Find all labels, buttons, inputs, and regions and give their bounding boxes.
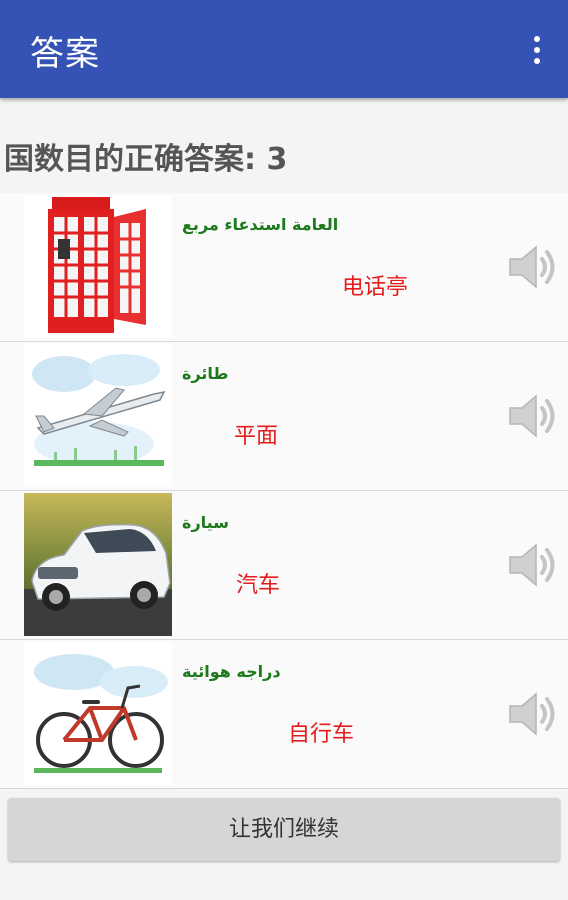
arabic-word: العامة استدعاء مربع — [182, 215, 339, 234]
chinese-word: 汽车 — [236, 573, 281, 598]
arabic-word: طائرة — [182, 364, 229, 383]
score-text: 国数目的正确答案: 3 — [4, 142, 288, 177]
speaker-icon[interactable] — [506, 392, 562, 440]
speaker-icon[interactable] — [506, 541, 562, 589]
chinese-word: 自行车 — [288, 722, 355, 747]
list-item: العامة استدعاء مربع 电话亭 — [0, 193, 568, 342]
phone-booth-image — [24, 195, 172, 338]
chinese-word: 电话亭 — [342, 275, 409, 300]
app-bar: 答案 — [0, 0, 568, 98]
arabic-word: سيارة — [182, 513, 229, 532]
car-image — [24, 493, 172, 636]
continue-button[interactable]: 让我们继续 — [8, 798, 560, 861]
overflow-menu-icon[interactable] — [522, 30, 552, 70]
airplane-image — [24, 344, 172, 487]
speaker-icon[interactable] — [506, 243, 562, 291]
list-item: دراجه هوائية 自行车 — [0, 640, 568, 789]
speaker-icon[interactable] — [506, 690, 562, 738]
list-item: سيارة 汽车 — [0, 491, 568, 640]
chinese-word: 平面 — [234, 424, 279, 449]
app-title: 答案 — [30, 34, 100, 74]
bicycle-image — [24, 642, 172, 785]
arabic-word: دراجه هوائية — [182, 662, 281, 681]
list-item: طائرة 平面 — [0, 342, 568, 491]
